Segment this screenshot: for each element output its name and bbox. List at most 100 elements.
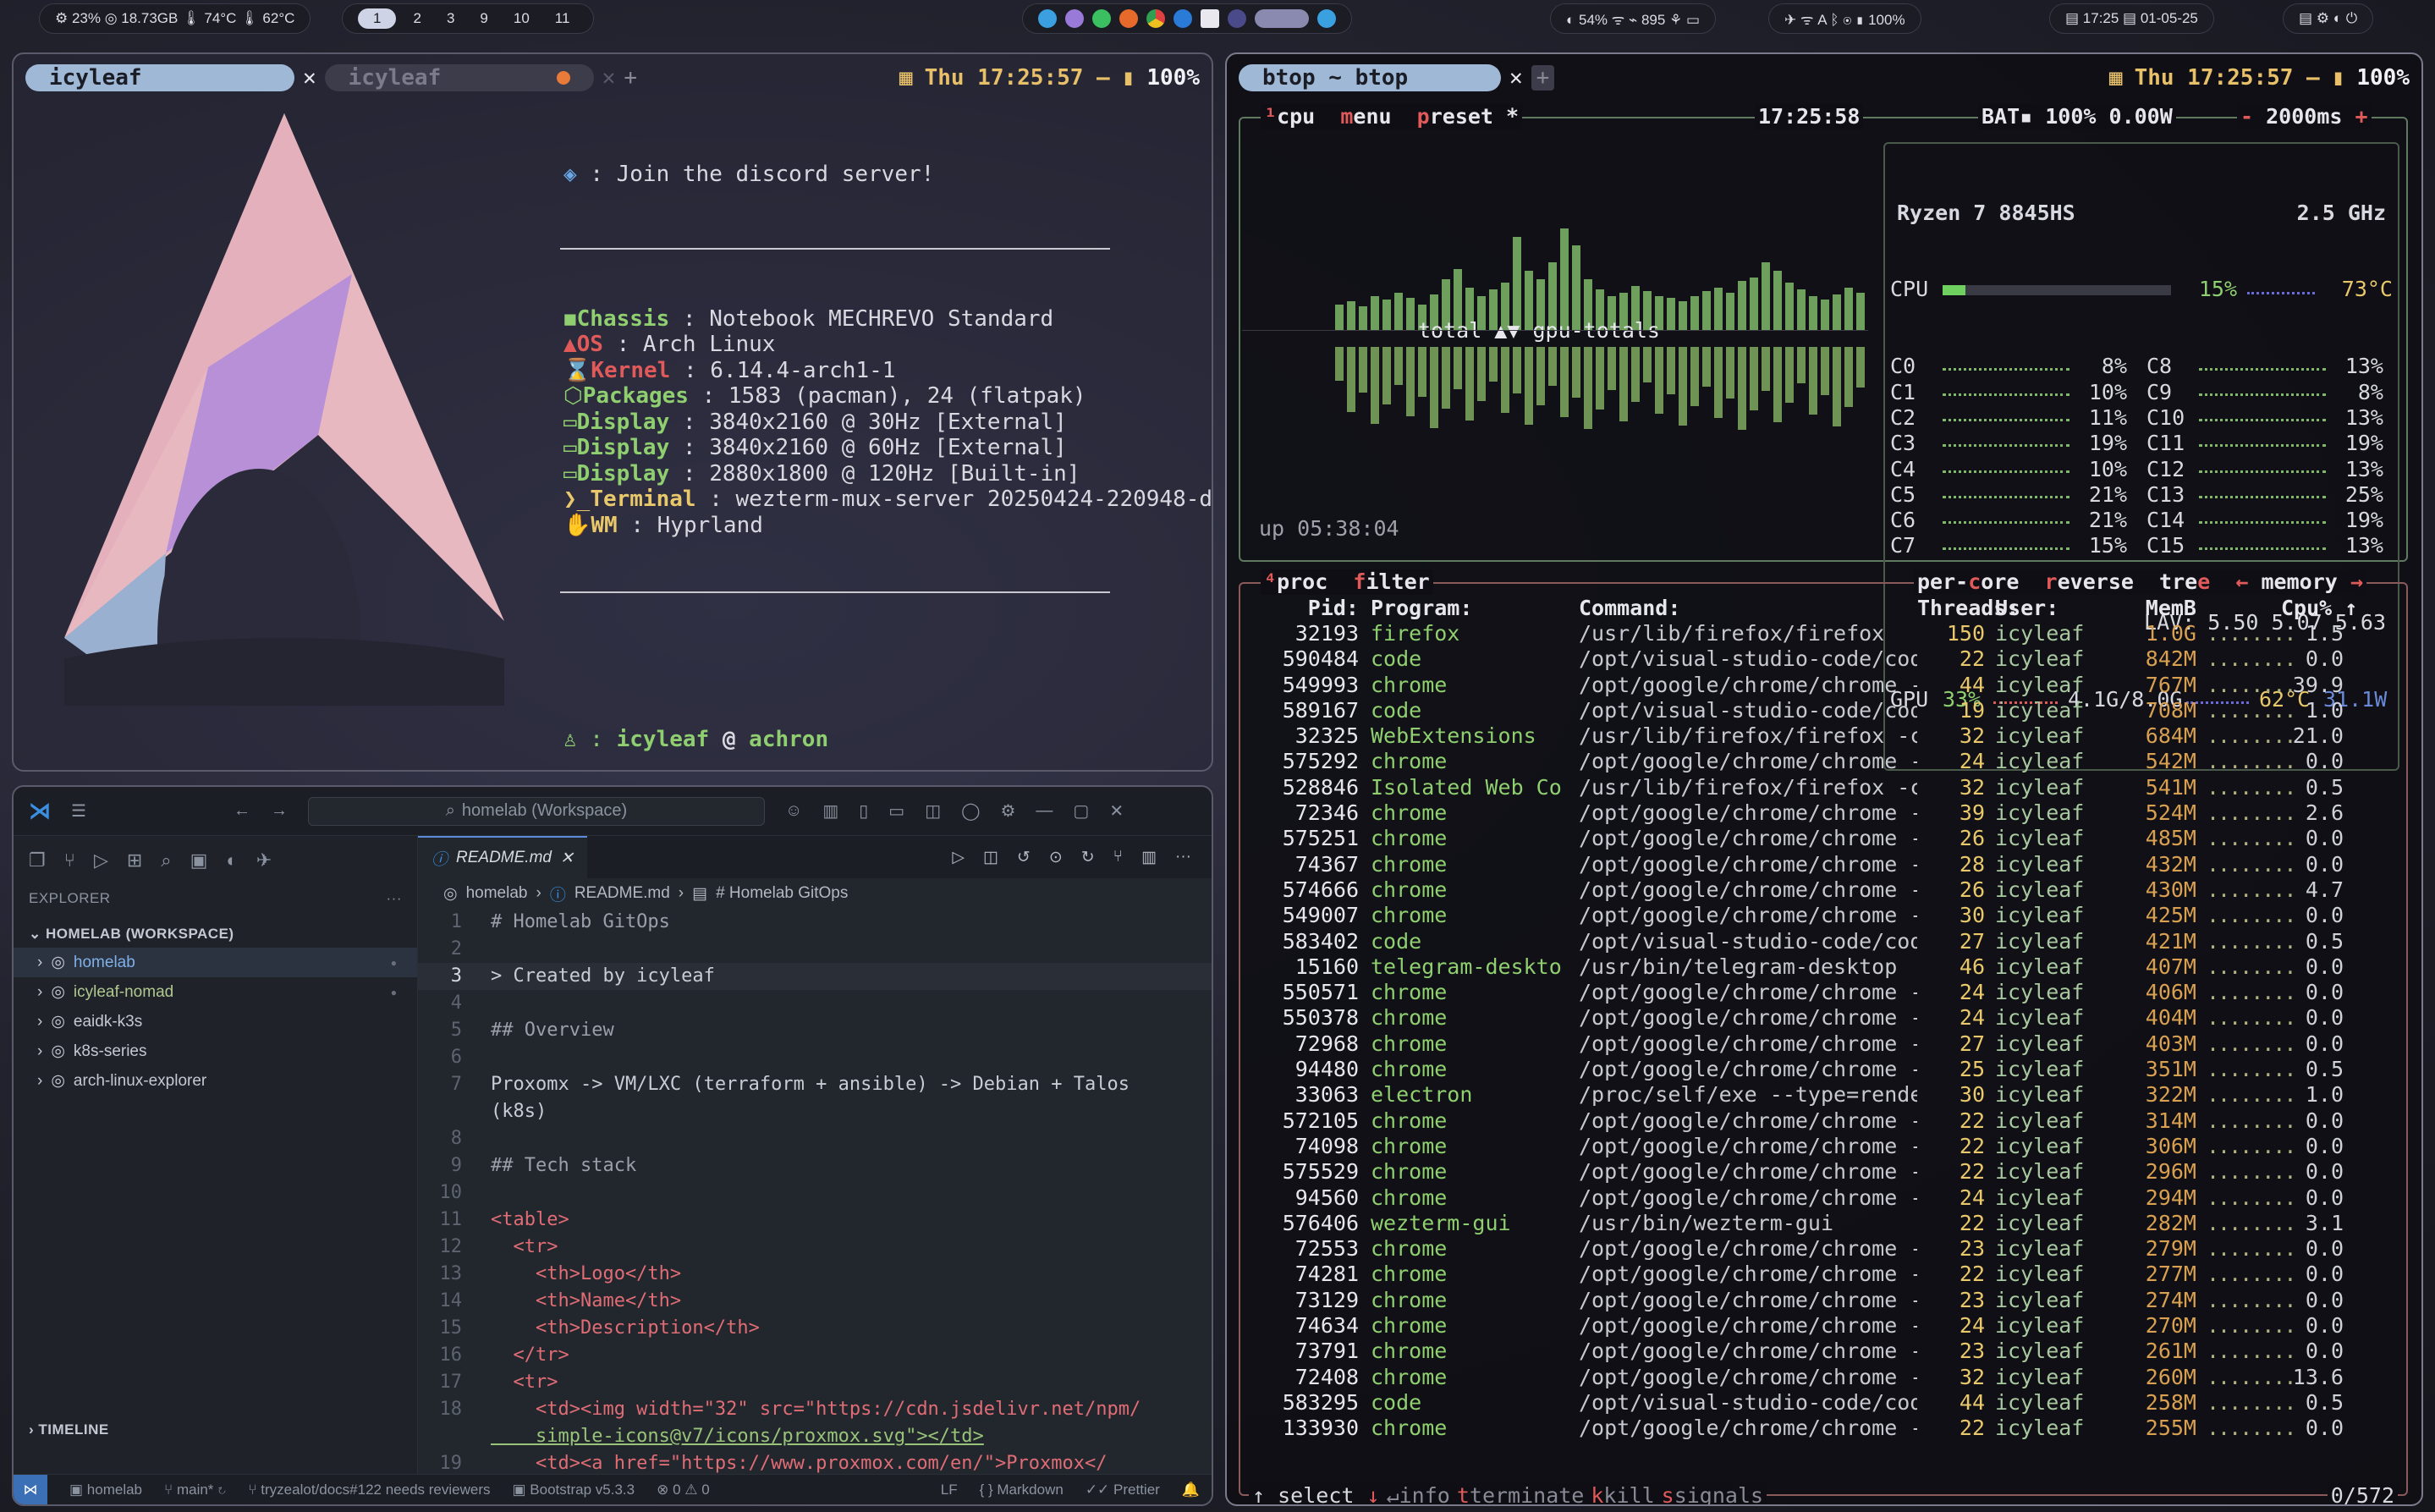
wechat-icon[interactable] [1092, 9, 1111, 28]
status-problems[interactable]: ⊗ 0 ⚠ 0 [657, 1482, 710, 1498]
telegram-icon[interactable] [1038, 9, 1057, 28]
col-user[interactable]: User: [1985, 596, 2120, 621]
run-debug-icon[interactable]: ▷ [94, 849, 108, 871]
preset-button[interactable]: reset * [1430, 104, 1519, 129]
status-prettier[interactable]: ✓✓ Prettier [1086, 1482, 1160, 1498]
process-row[interactable]: 15160 telegram-deskto/usr/bin/telegram-de… [1249, 954, 2344, 980]
copilot-icon[interactable]: ✈ [256, 849, 272, 871]
vscode-icon[interactable] [1174, 9, 1192, 28]
telegram-icon[interactable] [1317, 9, 1336, 28]
process-row[interactable]: 550571 chrome/opt/google/chrome/chrome --… [1249, 980, 2344, 1005]
terminate-hint[interactable]: tterminate [1453, 1482, 1588, 1504]
kill-hint[interactable]: kkill [1587, 1482, 1658, 1504]
status-bootstrap[interactable]: ▣ Bootstrap v5.3.3 [513, 1482, 635, 1498]
process-row[interactable]: 589167 code/opt/visual-studio-code/code 19… [1249, 698, 2344, 723]
process-row[interactable]: 74367 chrome/opt/google/chrome/chrome -- 2… [1249, 852, 2344, 877]
select-hint[interactable]: ↑ select ↓ [1249, 1482, 1383, 1504]
status-pr[interactable]: ⑂ tryzealot/docs#122 needs reviewers [248, 1482, 490, 1498]
new-tab-button[interactable]: + [1531, 65, 1555, 91]
process-row[interactable]: 33063 electron/proc/self/exe --type=rende… [1249, 1082, 2344, 1108]
source-control-icon[interactable]: ⑂ [64, 849, 75, 871]
more-actions-icon[interactable]: ··· [387, 890, 402, 907]
status-workspace[interactable]: ▣ homelab [69, 1482, 142, 1498]
workspace-10[interactable]: 10 [505, 8, 538, 29]
terminal-tab-active[interactable]: icyleaf [25, 64, 294, 91]
workspace-9[interactable]: 9 [471, 8, 496, 29]
menu-icon[interactable]: ☰ [71, 800, 86, 822]
signals-hint[interactable]: ssignals [1657, 1482, 1767, 1504]
process-row[interactable]: 528846 Isolated Web Co/usr/lib/firefox/fi… [1249, 775, 2344, 800]
remote-indicator-icon[interactable]: ⋈ [14, 1474, 47, 1504]
folder-item[interactable]: › ◎ icyleaf-nomad ● [14, 977, 417, 1007]
process-row[interactable]: 583402 code/opt/visual-studio-code/code 27… [1249, 929, 2344, 954]
process-row[interactable]: 74098 chrome/opt/google/chrome/chrome -- 2… [1249, 1134, 2344, 1159]
command-center-search[interactable]: ⌕ homelab (Workspace) [307, 796, 765, 826]
power-icons[interactable]: ▤ ⚙ ◐ ⏻ [2299, 10, 2357, 27]
col-command[interactable]: Command: [1579, 596, 1917, 621]
folder-item[interactable]: › ◎ k8s-series [14, 1036, 417, 1066]
workspace-3[interactable]: 3 [438, 8, 463, 29]
code-lines[interactable]: 1 # Homelab GitOps 2 3 > Created by icyleaf 4… [418, 909, 1212, 1477]
status-language[interactable]: { } Markdown [980, 1482, 1064, 1498]
process-row[interactable]: 94560 chrome/opt/google/chrome/chrome -- 2… [1249, 1185, 2344, 1211]
process-row[interactable]: 572105 chrome/opt/google/chrome/chrome --… [1249, 1108, 2344, 1134]
process-row[interactable]: 73129 chrome/opt/google/chrome/chrome -- 2… [1249, 1288, 2344, 1313]
toggle-secondary-icon[interactable]: ◫ [925, 800, 941, 822]
process-row[interactable]: 73791 chrome/opt/google/chrome/chrome -- 2… [1249, 1339, 2344, 1364]
process-row[interactable]: 32325 WebExtensions/usr/lib/firefox/firef… [1249, 723, 2344, 749]
new-tab-button[interactable]: + [624, 65, 637, 91]
col-pid[interactable]: Pid: [1249, 596, 1359, 621]
process-row[interactable]: 575292 chrome/opt/google/chrome/chrome --… [1249, 749, 2344, 774]
timeline-section[interactable]: › TIMELINE [14, 1416, 417, 1443]
process-row[interactable]: 74634 chrome/opt/google/chrome/chrome -- 2… [1249, 1313, 2344, 1339]
chrome-icon[interactable] [1146, 9, 1165, 28]
copilot-icon[interactable]: ☺ [785, 801, 802, 821]
col-program[interactable]: Program: [1359, 596, 1579, 621]
process-row[interactable]: 94480 chrome/opt/google/chrome/chrome -- 2… [1249, 1057, 2344, 1082]
breadcrumb-symbol[interactable]: # Homelab GitOps [716, 884, 848, 903]
workspace-2[interactable]: 2 [404, 8, 429, 29]
minimize-icon[interactable]: — [1036, 801, 1053, 821]
process-row[interactable]: 133930 chrome/opt/google/chrome/chrome --… [1249, 1416, 2344, 1441]
folder-item[interactable]: › ◎ homelab ● [14, 948, 417, 977]
more-actions-icon[interactable]: ··· [1175, 848, 1191, 867]
folder-item[interactable]: › ◎ eaidk-k3s [14, 1007, 417, 1036]
process-row[interactable]: 576406 wezterm-gui/usr/bin/wezterm-gui 22 i… [1249, 1211, 2344, 1236]
close-tab-icon[interactable]: ✕ [303, 65, 316, 91]
notifications-icon[interactable]: 🔔 [1182, 1482, 1200, 1498]
process-row[interactable]: 32193 firefox/usr/lib/firefox/firefox 150 i… [1249, 621, 2344, 646]
info-hint[interactable]: ↵info [1382, 1482, 1454, 1504]
sort-field[interactable]: memory [2261, 569, 2337, 594]
maximize-icon[interactable]: ▢ [1073, 800, 1089, 822]
remote-icon[interactable]: ▣ [190, 849, 208, 871]
settings-gear-icon[interactable]: ⚙ [1000, 800, 1015, 822]
run-icon[interactable]: ▷ [952, 848, 965, 867]
app-icon[interactable] [1065, 9, 1084, 28]
tree-toggle[interactable]: tree [2159, 569, 2210, 594]
col-cpu[interactable]: Cpu% ↑ [2281, 596, 2357, 621]
process-row[interactable]: 549007 chrome/opt/google/chrome/chrome --… [1249, 903, 2344, 928]
workspace-11[interactable]: 11 [547, 8, 579, 29]
col-memory[interactable]: MemB [2120, 596, 2196, 621]
process-row[interactable]: 583295 code/opt/visual-studio-code/code 44… [1249, 1390, 2344, 1416]
menu-button[interactable]: enu [1353, 104, 1391, 129]
process-row[interactable]: 574666 chrome/opt/google/chrome/chrome --… [1249, 877, 2344, 903]
document-icon[interactable] [1201, 9, 1219, 28]
process-row[interactable]: 74281 chrome/opt/google/chrome/chrome -- 2… [1249, 1262, 2344, 1287]
git-forward-icon[interactable]: ↻ [1081, 848, 1095, 867]
git-commit-icon[interactable]: ⊙ [1049, 848, 1063, 867]
folder-item[interactable]: › ◎ arch-linux-explorer [14, 1066, 417, 1096]
active-app-icon[interactable] [1255, 9, 1309, 28]
back-icon[interactable]: ← [234, 801, 250, 821]
firefox-icon[interactable] [1119, 9, 1138, 28]
process-row[interactable]: 72968 chrome/opt/google/chrome/chrome -- 2… [1249, 1031, 2344, 1057]
close-tab-icon[interactable]: ✕ [1509, 65, 1523, 91]
search-icon[interactable]: ⌕ [161, 849, 171, 871]
close-tab-icon[interactable]: ✕ [560, 849, 574, 868]
process-row[interactable]: 550378 chrome/opt/google/chrome/chrome --… [1249, 1005, 2344, 1031]
tray-icons-text[interactable]: ✈ ᯤ A ᛒ ◉ ▮ 100% [1784, 9, 1905, 29]
cpu-tab[interactable]: cpu [1277, 104, 1315, 129]
terminal-tab-active[interactable]: btop ~ btop [1239, 64, 1501, 91]
workspace-section[interactable]: ⌄ HOMELAB (WORKSPACE) [14, 921, 417, 948]
account-icon[interactable]: ◯ [961, 800, 980, 822]
